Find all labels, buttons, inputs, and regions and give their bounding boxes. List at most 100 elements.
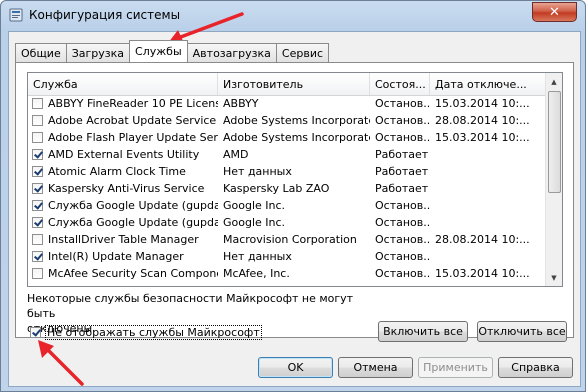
list-header: Служба Изготовитель Состоя... Дата отклю… <box>28 73 546 96</box>
services-panel: Служба Изготовитель Состоя... Дата отклю… <box>15 62 574 342</box>
manufacturer-cell: Нет данных <box>223 165 292 178</box>
status-cell: Останов... <box>375 233 430 246</box>
status-cell: Останов... <box>375 97 430 110</box>
service-checkbox[interactable] <box>32 200 43 211</box>
service-cell: InstallDriver Table Manager <box>28 233 218 246</box>
manufacturer-cell: Macrovision Corporation <box>223 233 357 246</box>
status-cell: Останов... <box>375 267 430 280</box>
msconfig-icon <box>9 8 23 22</box>
status-cell: Работает <box>375 165 429 178</box>
service-name: Adobe Acrobat Update Service <box>48 114 217 127</box>
service-checkbox[interactable] <box>32 251 43 262</box>
table-row[interactable]: AMD External Events Utility AMD Работает <box>28 146 546 163</box>
service-cell: Adobe Flash Player Update Service <box>28 131 218 144</box>
table-row[interactable]: ABBYY FineReader 10 PE Licensi... ABBYY Ос… <box>28 95 546 112</box>
table-row[interactable]: Atomic Alarm Clock Time Нет данных Работае… <box>28 163 546 180</box>
hide-microsoft-services-label: Не отображать службы Майкрософт <box>45 325 262 340</box>
table-row[interactable]: McAfee Security Scan Compone... McAfee, I… <box>28 265 546 282</box>
date-disabled-cell: 15.03.2014 10:... <box>435 97 530 110</box>
service-name: McAfee Security Scan Compone... <box>48 267 218 280</box>
service-checkbox[interactable] <box>32 217 43 228</box>
service-name: Kaspersky Anti-Virus Service <box>48 182 205 195</box>
title-bar[interactable]: Конфигурация системы ✕ <box>1 1 585 29</box>
service-name: InstallDriver Table Manager <box>48 233 199 246</box>
service-checkbox[interactable] <box>32 268 43 279</box>
tab-startup[interactable]: Автозагрузка <box>186 43 277 62</box>
vertical-scrollbar[interactable]: ▲ ▼ <box>545 73 562 286</box>
hide-microsoft-services-option[interactable]: Не отображать службы Майкрософт <box>30 325 262 340</box>
service-cell: Служба Google Update (gupdate) <box>28 216 218 229</box>
service-checkbox[interactable] <box>32 149 43 160</box>
disable-all-button[interactable]: Отключить все <box>477 321 567 342</box>
service-cell: McAfee Security Scan Compone... <box>28 267 218 280</box>
scroll-down-icon[interactable]: ▼ <box>546 269 562 286</box>
manufacturer-cell: Нет данных <box>223 250 292 263</box>
enable-all-button[interactable]: Включить все <box>378 321 468 342</box>
close-button[interactable]: ✕ <box>532 2 577 22</box>
status-cell: Работает <box>375 148 429 161</box>
scroll-up-icon[interactable]: ▲ <box>546 73 562 90</box>
table-row[interactable]: InstallDriver Table Manager Macrovision C… <box>28 231 546 248</box>
table-row[interactable]: Adobe Acrobat Update Service Adobe System… <box>28 112 546 129</box>
table-row[interactable]: Adobe Flash Player Update Service Adobe S… <box>28 129 546 146</box>
service-cell: AMD External Events Utility <box>28 148 218 161</box>
service-cell: Kaspersky Anti-Virus Service <box>28 182 218 195</box>
service-cell: ABBYY FineReader 10 PE Licensi... <box>28 97 218 110</box>
service-cell: Intel(R) Update Manager <box>28 250 218 263</box>
date-disabled-cell: 15.03.2014 10:... <box>435 267 530 280</box>
service-checkbox[interactable] <box>32 166 43 177</box>
table-row[interactable]: Служба Google Update (gupdate) Google Inc… <box>28 214 546 231</box>
manufacturer-cell: Adobe Systems Incorporated <box>223 114 370 127</box>
tab-general[interactable]: Общие <box>15 43 67 62</box>
column-header-date-disabled[interactable]: Дата отключе... <box>430 73 546 95</box>
dialog-client-area: Общие Загрузка Службы Автозагрузка Серви… <box>8 31 581 387</box>
system-config-window: Конфигурация системы ✕ Общие Загрузка Сл… <box>0 0 586 392</box>
table-row[interactable]: Служба Google Update (gupdate) Google Inc… <box>28 197 546 214</box>
date-disabled-cell: 15.03.2014 10:... <box>435 131 530 144</box>
service-checkbox[interactable] <box>32 132 43 143</box>
column-header-service[interactable]: Служба <box>28 73 218 95</box>
service-checkbox[interactable] <box>32 234 43 245</box>
manufacturer-cell: ABBYY <box>223 97 259 110</box>
scroll-thumb[interactable] <box>548 91 561 193</box>
date-disabled-cell: 28.08.2014 10:... <box>435 233 530 246</box>
manufacturer-cell: AMD <box>223 148 249 161</box>
hide-microsoft-services-checkbox[interactable] <box>30 327 41 338</box>
window-title: Конфигурация системы <box>29 8 181 22</box>
manufacturer-cell: Google Inc. <box>223 216 286 229</box>
status-cell: Работает <box>375 182 429 195</box>
help-button[interactable]: Справка <box>498 357 573 378</box>
service-cell: Atomic Alarm Clock Time <box>28 165 218 178</box>
apply-button[interactable]: Применить <box>418 357 493 378</box>
service-rows: ABBYY FineReader 10 PE Licensi... ABBYY Ос… <box>28 95 546 282</box>
table-row[interactable]: Kaspersky Anti-Virus Service Kaspersky La… <box>28 180 546 197</box>
tab-strip: Общие Загрузка Службы Автозагрузка Серви… <box>15 40 330 62</box>
tab-tools[interactable]: Сервис <box>275 43 330 62</box>
service-checkbox[interactable] <box>32 98 43 109</box>
manufacturer-cell: Google Inc. <box>223 199 286 212</box>
column-header-manufacturer[interactable]: Изготовитель <box>218 73 370 95</box>
security-note-line1: Некоторые службы безопасности Майкрософт… <box>27 292 354 320</box>
service-name: Atomic Alarm Clock Time <box>48 165 186 178</box>
column-header-status[interactable]: Состоя... <box>370 73 430 95</box>
service-name: AMD External Events Utility <box>48 148 200 161</box>
table-row[interactable]: Intel(R) Update Manager Нет данных Останов… <box>28 248 546 265</box>
cancel-button[interactable]: Отмена <box>338 357 413 378</box>
service-name: ABBYY FineReader 10 PE Licensi... <box>48 97 218 110</box>
service-name: Служба Google Update (gupdate) <box>48 199 218 212</box>
manufacturer-cell: Kaspersky Lab ZAO <box>223 182 330 195</box>
services-list[interactable]: Служба Изготовитель Состоя... Дата отклю… <box>27 72 563 287</box>
service-name: Служба Google Update (gupdate) <box>48 216 218 229</box>
service-checkbox[interactable] <box>32 115 43 126</box>
tab-boot[interactable]: Загрузка <box>65 43 131 62</box>
manufacturer-cell: Adobe Systems Incorporated <box>223 131 370 144</box>
tab-services[interactable]: Службы <box>129 40 188 62</box>
service-cell: Служба Google Update (gupdate) <box>28 199 218 212</box>
date-disabled-cell: 28.08.2014 10:... <box>435 114 530 127</box>
manufacturer-cell: McAfee, Inc. <box>223 267 290 280</box>
ok-button[interactable]: OK <box>258 357 333 378</box>
service-checkbox[interactable] <box>32 183 43 194</box>
close-icon: ✕ <box>549 4 560 20</box>
status-cell: Останов... <box>375 199 430 212</box>
status-cell: Останов... <box>375 216 430 229</box>
